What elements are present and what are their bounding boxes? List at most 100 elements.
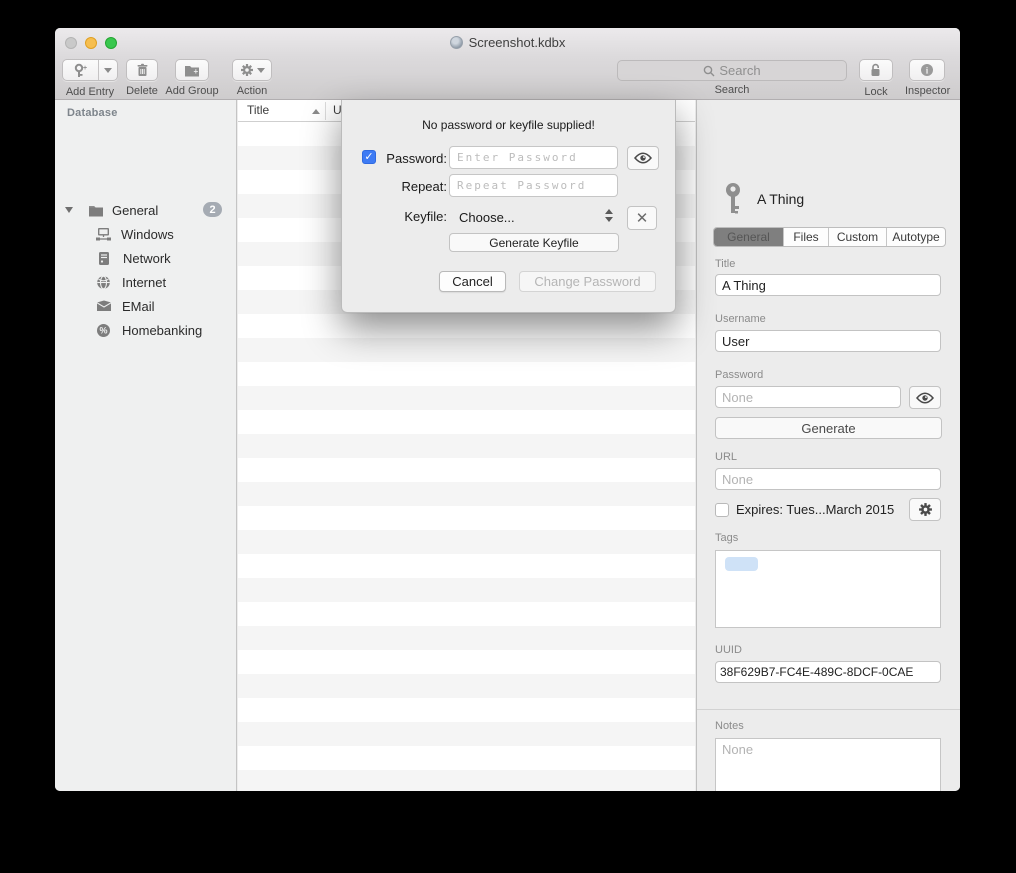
add-group-group: + Add Group xyxy=(163,59,221,97)
screenshot-canvas: Screenshot.kdbx + Add Entry Delete xyxy=(0,0,1016,873)
notes-label: Notes xyxy=(715,720,744,732)
sidebar-item-homebanking[interactable]: % Homebanking xyxy=(55,318,236,342)
tag-pill[interactable] xyxy=(725,557,758,571)
delete-label: Delete xyxy=(125,85,159,97)
trash-icon xyxy=(136,63,149,77)
enter-password-input[interactable] xyxy=(449,146,618,169)
expires-label: Expires: Tues...March 2015 xyxy=(736,502,894,517)
uuid-field[interactable] xyxy=(715,661,941,683)
tags-box[interactable] xyxy=(715,550,941,628)
change-password-button[interactable]: Change Password xyxy=(519,271,656,292)
window-title: Screenshot.kdbx xyxy=(469,35,566,50)
sidebar-item-label: Network xyxy=(123,251,171,266)
delete-button[interactable] xyxy=(126,59,158,81)
folder-icon xyxy=(87,202,104,219)
cancel-button[interactable]: Cancel xyxy=(439,271,506,292)
action-group: Action xyxy=(232,59,272,97)
search-input[interactable]: Search xyxy=(617,60,847,81)
lock-button[interactable] xyxy=(859,59,893,81)
title-group: Screenshot.kdbx xyxy=(55,28,960,57)
add-entry-dropdown[interactable] xyxy=(99,68,117,73)
open-padlock-icon xyxy=(869,63,883,78)
search-placeholder: Search xyxy=(719,63,760,78)
tab-autotype[interactable]: Autotype xyxy=(887,228,945,246)
notes-field[interactable] xyxy=(715,738,941,791)
reveal-password-button[interactable] xyxy=(627,146,659,170)
folder-plus-icon: + xyxy=(184,64,200,77)
percent-circle-icon: % xyxy=(95,322,112,339)
sidebar-header: Database xyxy=(67,107,118,119)
gear-icon xyxy=(240,63,254,77)
add-entry-group: + Add Entry xyxy=(62,59,118,98)
sidebar-item-general[interactable]: General 2 xyxy=(55,198,236,222)
gear-icon xyxy=(918,502,933,517)
action-label: Action xyxy=(232,85,272,97)
chevron-down-icon xyxy=(104,68,112,73)
tab-bar: General Files Custom Autotype xyxy=(713,227,946,247)
sidebar-item-label: EMail xyxy=(122,299,155,314)
tab-custom[interactable]: Custom xyxy=(829,228,887,246)
sidebar-item-internet[interactable]: Internet xyxy=(55,270,236,294)
add-group-button[interactable]: + xyxy=(175,59,209,81)
sidebar-item-windows[interactable]: Windows xyxy=(55,222,236,246)
tab-general[interactable]: General xyxy=(714,228,784,246)
sidebar-item-network[interactable]: Network xyxy=(55,246,236,270)
add-entry-button[interactable]: + xyxy=(62,59,118,81)
inspector-group: i Inspector xyxy=(905,59,949,97)
action-button[interactable] xyxy=(232,59,272,81)
expires-settings-button[interactable] xyxy=(909,498,941,521)
globe-icon xyxy=(95,274,112,291)
eye-icon xyxy=(634,152,652,164)
dialog-message: No password or keyfile supplied! xyxy=(342,118,675,132)
search-label: Search xyxy=(617,84,847,96)
delete-group: Delete xyxy=(125,59,159,97)
column-header-title[interactable]: Title xyxy=(247,103,269,117)
username-field[interactable] xyxy=(715,330,941,352)
password-field[interactable] xyxy=(715,386,901,408)
repeat-password-input[interactable] xyxy=(449,174,618,197)
tab-files[interactable]: Files xyxy=(784,228,829,246)
server-icon xyxy=(95,250,112,267)
keyfile-popup[interactable]: Choose... xyxy=(449,206,619,228)
lock-label: Lock xyxy=(858,86,894,98)
username-field-label: Username xyxy=(715,313,766,325)
change-password-dialog: No password or keyfile supplied! ✓ Passw… xyxy=(341,100,676,313)
title-field[interactable] xyxy=(715,274,941,296)
title-bar: Screenshot.kdbx xyxy=(55,28,960,57)
key-plus-icon: + xyxy=(63,63,98,78)
stepper-icon[interactable] xyxy=(605,209,613,222)
count-badge: 2 xyxy=(203,202,222,217)
title-field-label: Title xyxy=(715,258,735,270)
uuid-label: UUID xyxy=(715,644,742,656)
repeat-label: Repeat: xyxy=(347,179,447,194)
entry-title: A Thing xyxy=(757,191,804,207)
keyfile-popup-value: Choose... xyxy=(459,210,515,225)
expires-checkbox[interactable] xyxy=(715,503,729,517)
clear-keyfile-button[interactable]: ✕ xyxy=(627,206,657,230)
sidebar-item-email[interactable]: EMail xyxy=(55,294,236,318)
app-window: Screenshot.kdbx + Add Entry Delete xyxy=(55,28,960,791)
sidebar: Database General 2 Windows Network xyxy=(55,100,237,791)
password-field-label: Password xyxy=(715,369,763,381)
svg-text:%: % xyxy=(99,325,107,335)
column-divider[interactable] xyxy=(325,102,326,120)
svg-text:+: + xyxy=(83,65,87,72)
divider xyxy=(697,709,960,710)
search-icon xyxy=(703,65,715,77)
inspector-button[interactable]: i xyxy=(909,59,945,81)
generate-button[interactable]: Generate xyxy=(715,417,942,439)
tags-label: Tags xyxy=(715,532,738,544)
document-proxy-icon xyxy=(450,36,463,49)
sidebar-item-label: Internet xyxy=(122,275,166,290)
generate-keyfile-button[interactable]: Generate Keyfile xyxy=(449,233,619,252)
add-group-label: Add Group xyxy=(163,85,221,97)
disclosure-triangle-icon[interactable] xyxy=(65,207,73,213)
inspector-label: Inspector xyxy=(905,85,949,97)
url-field[interactable] xyxy=(715,468,941,490)
inspector-panel: A Thing General Files Custom Autotype Ti… xyxy=(696,100,960,791)
eye-icon xyxy=(916,392,934,404)
reveal-password-button[interactable] xyxy=(909,386,941,409)
windows-network-icon xyxy=(95,226,112,243)
keyfile-label: Keyfile: xyxy=(347,209,447,224)
sidebar-item-label: Homebanking xyxy=(122,323,202,338)
